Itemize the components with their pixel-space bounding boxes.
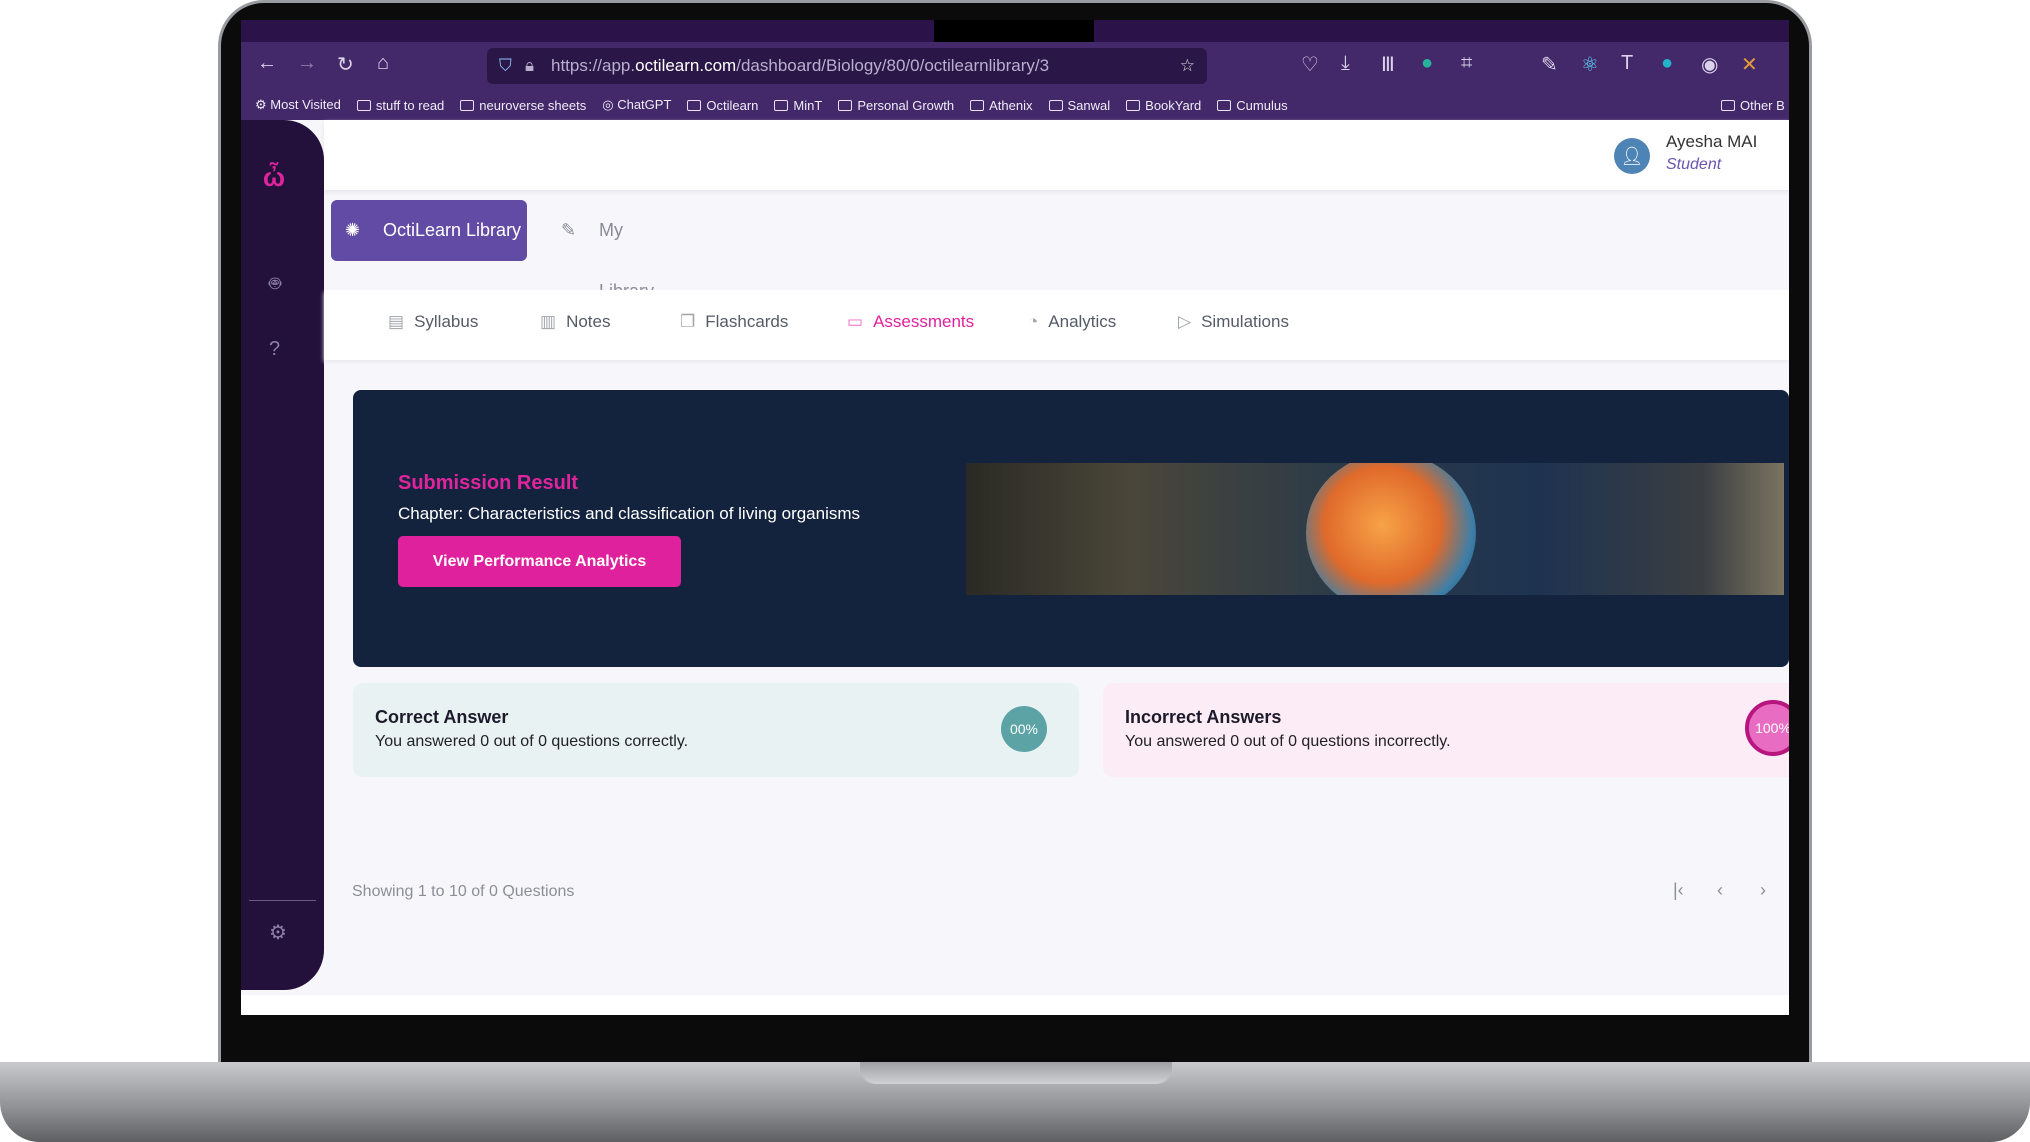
tab-syllabus[interactable]: ▤ Syllabus <box>388 312 478 332</box>
octilearn-library-tab[interactable]: ✺ OctiLearn Library <box>331 200 527 261</box>
user-role: Student <box>1666 156 1722 173</box>
divider <box>249 900 316 901</box>
laptop-lid-notch <box>860 1062 1172 1084</box>
folder-icon <box>460 99 475 111</box>
home-icon[interactable]: ⌂ <box>377 52 389 75</box>
pocket-icon[interactable]: ♡ <box>1301 52 1319 77</box>
tab-flashcards[interactable]: ❐ Flashcards <box>680 312 788 332</box>
correct-answer-card: Correct Answer You answered 0 out of 0 q… <box>353 683 1079 777</box>
submission-banner: Submission Result Chapter: Characteristi… <box>353 390 1789 667</box>
tab-assessments[interactable]: ▭ Assessments <box>847 312 974 332</box>
bookmark-folder[interactable]: MinT <box>774 98 822 113</box>
card-title: Incorrect Answers <box>1125 707 1282 727</box>
eyedropper-icon[interactable]: ✎ <box>1541 52 1558 77</box>
url-path: /dashboard/Biology/80/0/octilearnlibrary… <box>736 56 1050 75</box>
bookmark-folder[interactable]: BookYard <box>1126 98 1201 113</box>
settings-icon[interactable]: ⚙ <box>269 920 287 945</box>
folder-icon <box>1721 99 1735 111</box>
app-header: 👤︎ Ayesha MAI Student <box>324 120 1789 190</box>
account-icon[interactable]: ◉ <box>1701 52 1718 77</box>
card-text: You answered 0 out of 0 questions correc… <box>375 733 689 750</box>
previous-page-icon[interactable]: ‹ <box>1717 880 1723 901</box>
page-footer <box>241 995 1789 1015</box>
lab-virus-image <box>966 463 1784 595</box>
folder-icon <box>1217 99 1232 111</box>
folder-icon <box>774 99 789 111</box>
forward-icon[interactable]: → <box>297 52 317 75</box>
bookmark-folder[interactable]: stuff to read <box>356 98 444 113</box>
browser-toolbar: ← → ↻ ⌂ ⛉ 🔒︎ https://app.octilearn.com/d… <box>241 42 1789 90</box>
folder-icon <box>1126 99 1141 111</box>
view-performance-analytics-button[interactable]: View Performance Analytics <box>398 536 681 587</box>
my-library-tab[interactable]: ✎ My Library <box>561 200 654 301</box>
analytics-icon: ◔ <box>1028 312 1039 331</box>
shield-icon: ⛉ <box>499 56 512 75</box>
user-avatar[interactable]: 👤︎ <box>1614 138 1650 174</box>
bookmark-folder[interactable]: Personal Growth <box>838 98 954 113</box>
robot-icon[interactable]: 🤖︎ <box>269 270 281 298</box>
folder-icon <box>838 99 853 111</box>
bookmark-star-icon[interactable]: ☆ <box>1180 48 1195 84</box>
url-prefix: https://app. <box>551 56 636 75</box>
bookmark-other[interactable]: Other B <box>1721 98 1785 113</box>
back-icon[interactable]: ← <box>257 52 277 75</box>
bookmark-folder[interactable]: Sanwal <box>1048 98 1110 113</box>
tab-label: OctiLearn Library <box>383 220 522 240</box>
octopus-icon: ✺ <box>345 220 361 240</box>
subtabs: ▤ Syllabus ▥ Notes ❐ Flashcards ▭ Assessment… <box>324 290 1789 360</box>
incorrect-percentage-badge: 100% <box>1745 700 1789 756</box>
bookmark-folder[interactable]: Octilearn <box>687 98 758 113</box>
bookmark-folder[interactable]: neuroverse sheets <box>460 98 586 113</box>
help-icon[interactable]: ? <box>269 338 280 361</box>
virus-illustration <box>1306 463 1476 595</box>
lock-icon: 🔒︎ <box>525 56 535 75</box>
bookmark-most-visited[interactable]: ⚙ Most Visited <box>255 97 341 113</box>
library-icon[interactable]: Ⅲ <box>1381 52 1395 77</box>
folder-icon <box>356 99 371 111</box>
incorrect-answers-card: Incorrect Answers You answered 0 out of … <box>1103 683 1789 777</box>
folder-icon <box>1048 99 1063 111</box>
download-icon[interactable]: ⤓ <box>1341 52 1350 75</box>
card-title: Correct Answer <box>375 707 509 727</box>
screen: ← → ↻ ⌂ ⛉ 🔒︎ https://app.octilearn.com/d… <box>241 20 1789 1015</box>
font-icon[interactable]: T <box>1621 52 1633 75</box>
bookmark-folder[interactable]: Cumulus <box>1217 98 1288 113</box>
edit-icon: ✎ <box>561 220 577 240</box>
app-page: 👤︎ Ayesha MAI Student ὦ 🤖︎ ? ⚙ ✺ OctiLea… <box>241 120 1789 1015</box>
folder-icon <box>687 99 702 111</box>
assessments-icon: ▭ <box>847 312 864 331</box>
bookmark-folder[interactable]: Athenix <box>970 98 1033 113</box>
react-icon[interactable]: ⚛ <box>1581 52 1599 77</box>
reload-icon[interactable]: ↻ <box>337 52 354 77</box>
extension-x-icon[interactable]: ✕ <box>1741 52 1758 77</box>
tab-notes[interactable]: ▥ Notes <box>540 312 610 332</box>
bookmark-chatgpt[interactable]: ◎ ChatGPT <box>602 97 671 113</box>
url-bar[interactable]: ⛉ 🔒︎ https://app.octilearn.com/dashboard… <box>487 48 1207 84</box>
bookmarks-bar: ⚙ Most Visited stuff to read neuroverse … <box>241 90 1789 120</box>
correct-percentage-badge: 00% <box>1001 706 1047 752</box>
tab-simulations[interactable]: ▷ Simulations <box>1178 312 1289 332</box>
card-text: You answered 0 out of 0 questions incorr… <box>1125 733 1451 750</box>
tab-analytics[interactable]: ◔ Analytics <box>1028 312 1116 332</box>
extension-m-icon[interactable]: ● <box>1661 52 1673 75</box>
crop-icon[interactable]: ⌗ <box>1461 52 1472 75</box>
first-page-icon[interactable]: |‹ <box>1673 880 1684 901</box>
next-page-icon[interactable]: › <box>1760 880 1766 901</box>
syllabus-icon: ▤ <box>388 312 405 331</box>
tab-label: My Library <box>599 220 654 301</box>
user-name: Ayesha MAI <box>1666 132 1758 151</box>
url-domain: octilearn.com <box>635 56 737 75</box>
banner-title: Submission Result <box>398 472 579 494</box>
flashcards-icon: ❐ <box>680 312 696 331</box>
play-icon: ▷ <box>1178 312 1192 331</box>
octilearn-logo[interactable]: ὦ <box>263 162 285 193</box>
chapter-name: Chapter: Characteristics and classificat… <box>398 504 861 523</box>
notes-icon: ▥ <box>540 312 557 331</box>
grammarly-icon[interactable]: ● <box>1421 52 1433 75</box>
pagination-summary: Showing 1 to 10 of 0 Questions <box>352 883 575 900</box>
sidebar: ὦ 🤖︎ ? ⚙ <box>241 120 324 990</box>
folder-icon <box>970 99 985 111</box>
